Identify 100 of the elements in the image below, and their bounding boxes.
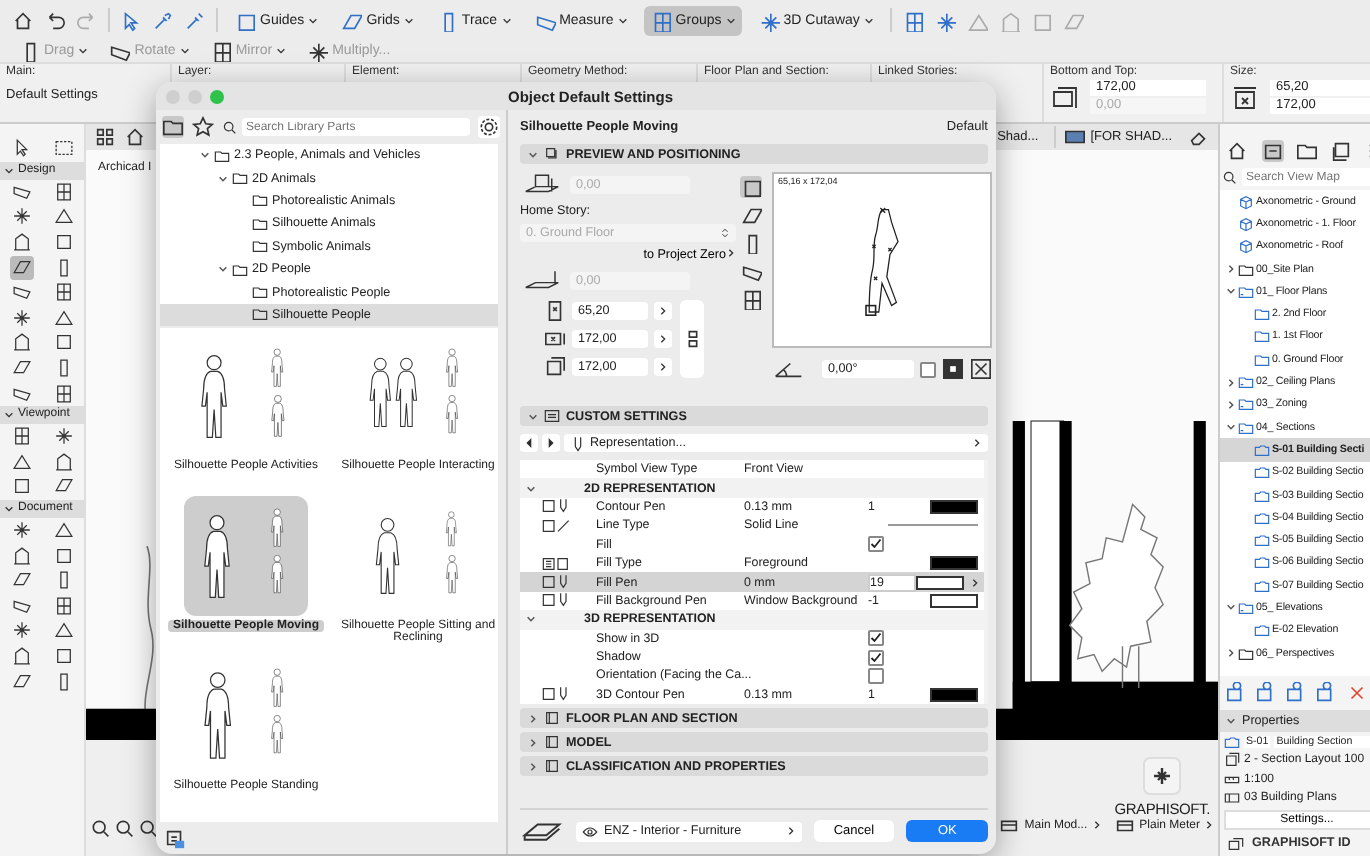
tool-icon[interactable] [51,618,75,643]
pen-icon [570,435,586,451]
chevron-right-icon [1091,820,1102,830]
caret-icon [4,165,14,176]
caret-icon [276,46,287,56]
tool-icon[interactable] [9,230,33,255]
arrow-button[interactable] [654,302,672,320]
caret-icon [403,15,414,25]
grid-icon[interactable] [94,126,116,148]
tool-icon[interactable] [51,179,75,204]
tool-icon[interactable] [9,424,33,449]
tool-icon[interactable] [51,424,75,449]
previous-button[interactable] [520,434,538,452]
left-triangle-icon [524,438,534,448]
view-mode-icon[interactable] [740,288,762,310]
tool-icon[interactable] [51,280,75,305]
tool-icon[interactable] [9,280,33,305]
view-icon [1064,126,1087,148]
marquee-icon[interactable] [51,136,75,161]
dimension-icon [544,328,566,350]
tool-icon[interactable] [51,330,75,355]
tool-icon[interactable] [51,593,75,618]
tool-icon[interactable] [9,305,33,330]
tool-icon[interactable] [9,618,33,643]
zoom-icon[interactable] [114,818,136,840]
cursor-icon[interactable] [120,9,142,31]
person-silhouette-drawing [375,517,400,594]
tool-icon[interactable] [51,381,75,406]
home-icon[interactable] [124,126,146,148]
caret-icon [78,46,89,56]
caret-icon [4,409,14,420]
tool-icon[interactable] [9,643,33,668]
view-mode-icon[interactable] [740,176,762,198]
tool-icon[interactable] [51,305,75,330]
person-silhouette-drawing [446,348,458,387]
checkbox[interactable] [868,667,884,684]
tool-icon[interactable] [51,543,75,568]
settings-icon[interactable] [478,116,500,138]
pen-swatch[interactable] [930,593,978,608]
tool-icon [209,40,232,62]
checkbox[interactable] [868,649,884,666]
chevron-right-icon [972,438,982,448]
person-silhouette-drawing [271,508,284,547]
person-silhouette-drawing [446,395,458,434]
tool-icon[interactable] [51,204,75,229]
tool-icon [108,40,131,62]
publisher-icon[interactable] [1330,140,1353,162]
pen-swatch[interactable] [916,575,964,590]
checkbox[interactable] [868,536,884,553]
folder-icon [1238,374,1254,391]
person-silhouette-drawing [446,511,457,547]
arrow-button[interactable] [654,358,672,376]
tool-icon[interactable] [51,518,75,543]
tool-icon[interactable] [51,643,75,668]
tool-icon[interactable] [9,255,33,280]
pen-swatch[interactable] [930,556,978,571]
tool-icon[interactable] [9,204,33,229]
library-manager-icon[interactable] [164,827,186,849]
layer-icon [1224,790,1240,807]
chain-link-button[interactable] [680,300,704,378]
arrow-button[interactable] [654,330,672,348]
windows-icon[interactable] [1228,835,1244,852]
eye-icon [582,823,598,839]
tool-icon[interactable] [9,330,33,355]
pen-swatch[interactable] [930,687,978,702]
ruler-icon [1224,771,1240,788]
tool-icon[interactable] [9,543,33,568]
undo-icon[interactable] [44,9,66,31]
settings-list-icon [544,408,560,424]
tool-icon[interactable] [9,518,33,543]
tool-icon[interactable] [51,230,75,255]
checkbox[interactable] [920,361,936,377]
folder-icon[interactable] [1295,140,1318,162]
size-icon [1230,83,1262,111]
eyedropper-icon[interactable] [184,9,206,31]
logo-icon [1142,756,1183,796]
zoom-icon[interactable] [138,818,160,840]
delete-icon[interactable] [1346,682,1368,705]
eyedropper-icon[interactable] [152,9,174,31]
view-mode-icon[interactable] [740,204,762,226]
home-icon[interactable] [1226,140,1249,162]
zoom-icon[interactable] [90,818,112,840]
tool-icon[interactable] [9,474,33,499]
caret-icon [179,46,190,56]
checkbox[interactable] [868,630,884,647]
mirror-icon[interactable] [942,358,964,380]
person-silhouette-drawing [204,672,232,759]
view-map-icon[interactable] [1261,140,1284,162]
search-icon [1222,169,1238,185]
pen-swatch[interactable] [930,499,978,514]
tool-icon[interactable] [51,449,75,474]
star-icon[interactable] [192,116,214,138]
mirror-icon[interactable] [970,358,992,380]
folder-icon [1238,283,1254,300]
home-icon[interactable] [12,9,34,31]
folder-icon[interactable] [162,116,184,138]
next-button[interactable] [542,434,560,452]
tool-icon[interactable] [9,449,33,474]
caret-icon [863,15,874,25]
view-mode-icon[interactable] [740,260,762,282]
